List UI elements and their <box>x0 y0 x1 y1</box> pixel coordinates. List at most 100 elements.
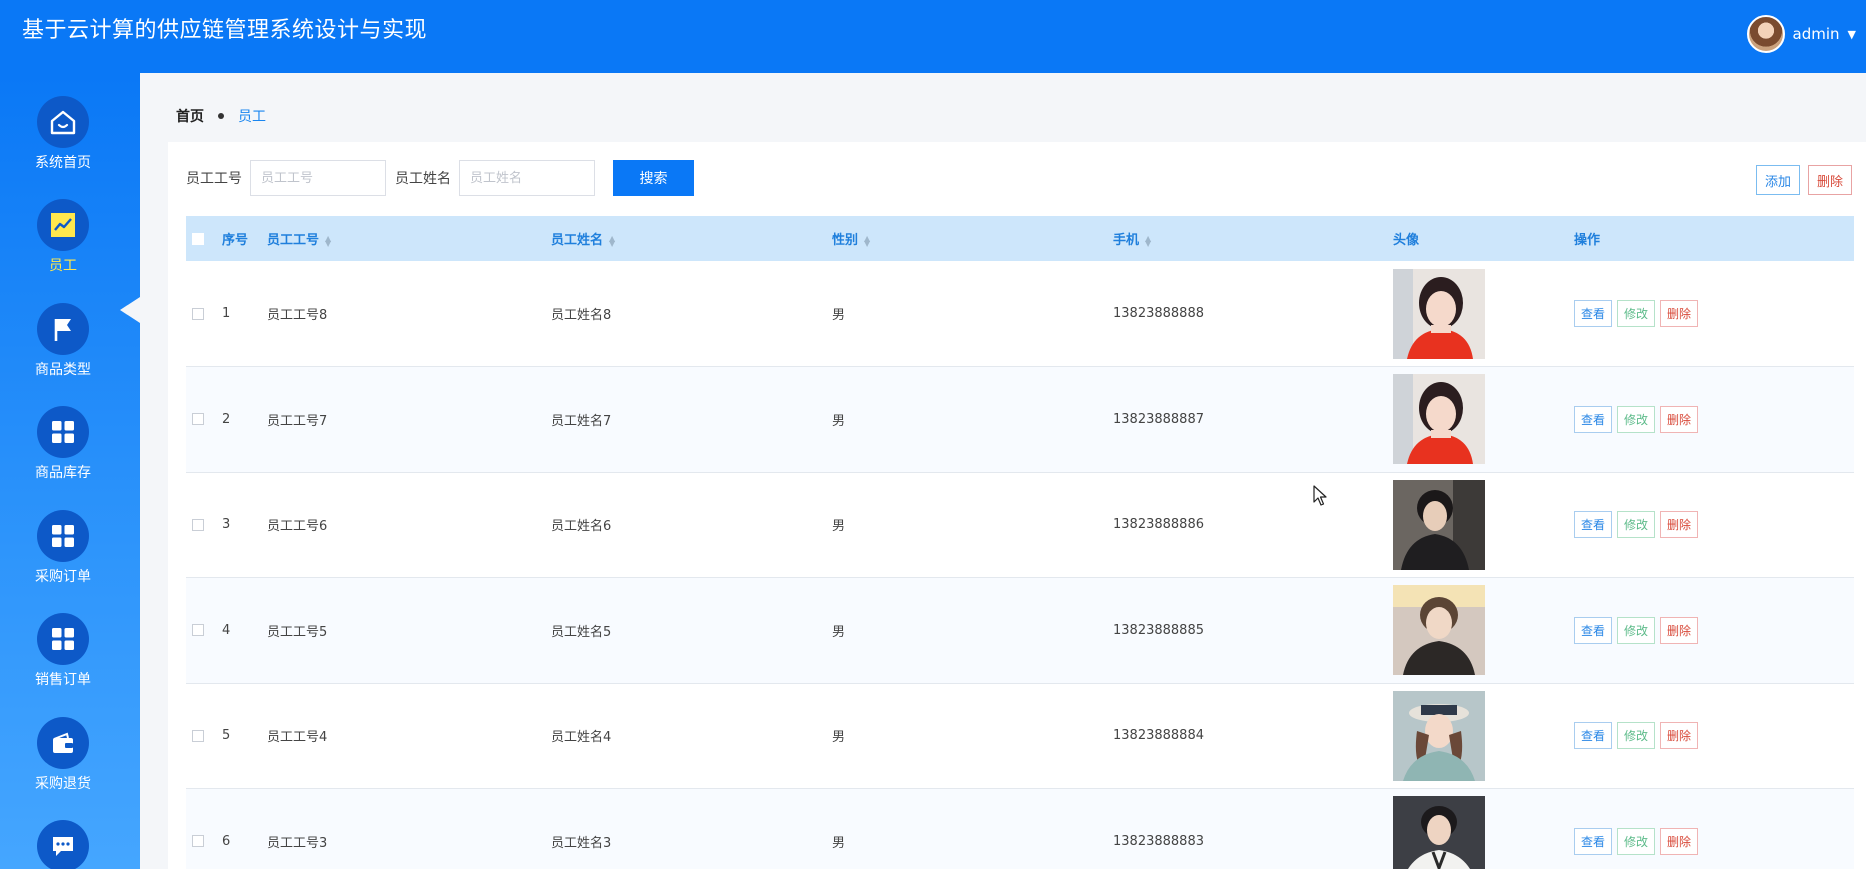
sidebar-item-home[interactable]: 系统首页 <box>0 96 126 172</box>
sidebar: 系统首页 员工 商品类型 商品库存 采购订单 销售订单 采购退货 <box>0 73 140 869</box>
header-emp-name[interactable]: 员工姓名 ▲ ▼ <box>551 216 832 261</box>
header-emp-id[interactable]: 员工工号 ▲ ▼ <box>267 216 551 261</box>
active-pointer <box>120 297 140 323</box>
cell-emp-name: 员工姓名8 <box>551 261 832 367</box>
row-checkbox[interactable] <box>192 624 204 637</box>
cell-ops: 查看 修改 删除 <box>1574 788 1854 869</box>
edit-button[interactable]: 修改 <box>1617 405 1656 433</box>
sidebar-item-message[interactable] <box>0 820 126 869</box>
cell-ops: 查看 修改 删除 <box>1574 683 1854 789</box>
employee-photo <box>1393 374 1485 465</box>
row-checkbox[interactable] <box>192 413 204 426</box>
delete-button[interactable]: 删除 <box>1660 405 1699 433</box>
grid-icon <box>37 510 89 562</box>
sort-icon[interactable]: ▲ ▼ <box>325 234 331 247</box>
header-avatar: 头像 <box>1393 216 1574 261</box>
breadcrumb-home[interactable]: 首页 <box>176 106 204 126</box>
table-body: 1 员工工号8 员工姓名8 男 13823888888 查看 修改 删除 2 员工工号7 员工姓名7… <box>186 261 1854 869</box>
sidebar-item-purchase-return[interactable]: 采购退货 <box>0 717 126 793</box>
cell-gender: 男 <box>832 577 1113 684</box>
add-button[interactable]: 添加 <box>1755 165 1800 195</box>
sidebar-item-product-type[interactable]: 商品类型 <box>0 303 126 379</box>
delete-button[interactable]: 删除 <box>1660 511 1699 539</box>
header-gender[interactable]: 性别 ▲ ▼ <box>832 216 1113 261</box>
cell-gender: 男 <box>832 788 1113 869</box>
row-select-cell <box>186 261 222 367</box>
delete-button[interactable]: 删除 <box>1660 722 1699 750</box>
view-button[interactable]: 查看 <box>1574 827 1613 855</box>
bulk-delete-button[interactable]: 删除 <box>1807 165 1852 195</box>
sort-icon[interactable]: ▲ ▼ <box>609 234 615 247</box>
row-select-cell <box>186 683 222 789</box>
cell-index: 1 <box>222 261 267 367</box>
edit-button[interactable]: 修改 <box>1617 300 1656 327</box>
row-checkbox[interactable] <box>192 729 204 742</box>
select-all-cell <box>186 216 222 261</box>
edit-button[interactable]: 修改 <box>1617 722 1656 750</box>
sidebar-item-label: 采购退货 <box>35 776 91 792</box>
row-checkbox[interactable] <box>192 835 204 848</box>
table-row: 6 员工工号3 员工姓名3 男 13823888883 查看 修改 删除 <box>186 788 1854 869</box>
cell-ops: 查看 修改 删除 <box>1574 577 1854 684</box>
search-button[interactable]: 搜索 <box>613 160 694 196</box>
cell-index: 2 <box>222 366 267 473</box>
cell-gender: 男 <box>832 472 1113 578</box>
sidebar-item-inventory[interactable]: 商品库存 <box>0 406 126 482</box>
cell-phone: 13823888884 <box>1113 683 1393 789</box>
cell-emp-id: 员工工号6 <box>267 472 551 578</box>
cell-gender: 男 <box>832 366 1113 473</box>
table-row: 1 员工工号8 员工姓名8 男 13823888888 查看 修改 删除 <box>186 261 1854 367</box>
wallet-icon <box>37 717 89 769</box>
view-button[interactable]: 查看 <box>1574 616 1613 644</box>
sidebar-item-employee[interactable]: 员工 <box>0 199 126 275</box>
sidebar-item-label: 商品库存 <box>35 465 91 481</box>
delete-button[interactable]: 删除 <box>1660 300 1699 327</box>
user-menu[interactable]: admin ▼ <box>1746 14 1856 54</box>
row-checkbox[interactable] <box>192 518 204 531</box>
sort-icon[interactable]: ▲ ▼ <box>864 234 870 247</box>
top-header: 基于云计算的供应链管理系统设计与实现 admin ▼ <box>0 0 1866 73</box>
row-checkbox[interactable] <box>192 307 204 320</box>
sidebar-item-purchase-order[interactable]: 采购订单 <box>0 510 126 586</box>
emp-name-input[interactable] <box>459 160 595 196</box>
view-button[interactable]: 查看 <box>1574 511 1613 539</box>
header-phone-label: 手机 <box>1113 233 1140 248</box>
edit-button[interactable]: 修改 <box>1617 511 1656 539</box>
cell-phone: 13823888887 <box>1113 366 1393 473</box>
sidebar-item-sales-order[interactable]: 销售订单 <box>0 613 126 689</box>
chat-icon <box>37 820 89 869</box>
breadcrumb: 首页 员工 <box>176 106 266 126</box>
employee-photo <box>1393 585 1485 676</box>
cell-phone: 13823888888 <box>1113 261 1393 367</box>
delete-button[interactable]: 删除 <box>1660 827 1699 855</box>
sort-icon[interactable]: ▲ ▼ <box>1145 234 1151 247</box>
select-all-checkbox[interactable] <box>192 232 204 245</box>
cell-emp-name: 员工姓名7 <box>551 366 832 473</box>
header-index: 序号 <box>222 216 267 261</box>
edit-button[interactable]: 修改 <box>1617 827 1656 855</box>
delete-button[interactable]: 删除 <box>1660 616 1699 644</box>
view-button[interactable]: 查看 <box>1574 405 1613 433</box>
row-select-cell <box>186 788 222 869</box>
content-panel: 员工工号 员工姓名 搜索 添加 删除 序号 员工工号 ▲▼ 员工姓名 ▲▼ 性别 ▲▼… <box>168 142 1866 869</box>
breadcrumb-current: 员工 <box>238 109 266 125</box>
emp-id-label: 员工工号 <box>186 171 242 187</box>
username[interactable]: admin <box>1793 25 1840 43</box>
cell-phone: 13823888883 <box>1113 788 1393 869</box>
emp-id-input[interactable] <box>250 160 386 196</box>
header-phone[interactable]: 手机 ▲ ▼ <box>1113 216 1393 261</box>
cell-avatar <box>1393 472 1574 578</box>
employee-photo <box>1393 268 1485 359</box>
view-button[interactable]: 查看 <box>1574 722 1613 750</box>
emp-name-label: 员工姓名 <box>395 171 451 187</box>
sidebar-item-label: 采购订单 <box>35 569 91 585</box>
cell-gender: 男 <box>832 683 1113 789</box>
cell-emp-id: 员工工号4 <box>267 683 551 789</box>
caret-down-icon[interactable]: ▼ <box>1848 28 1856 41</box>
breadcrumb-separator <box>218 113 224 119</box>
user-avatar[interactable] <box>1746 15 1785 53</box>
edit-button[interactable]: 修改 <box>1617 616 1656 644</box>
sidebar-item-label: 员工 <box>49 258 77 274</box>
row-select-cell <box>186 472 222 578</box>
view-button[interactable]: 查看 <box>1574 300 1613 327</box>
